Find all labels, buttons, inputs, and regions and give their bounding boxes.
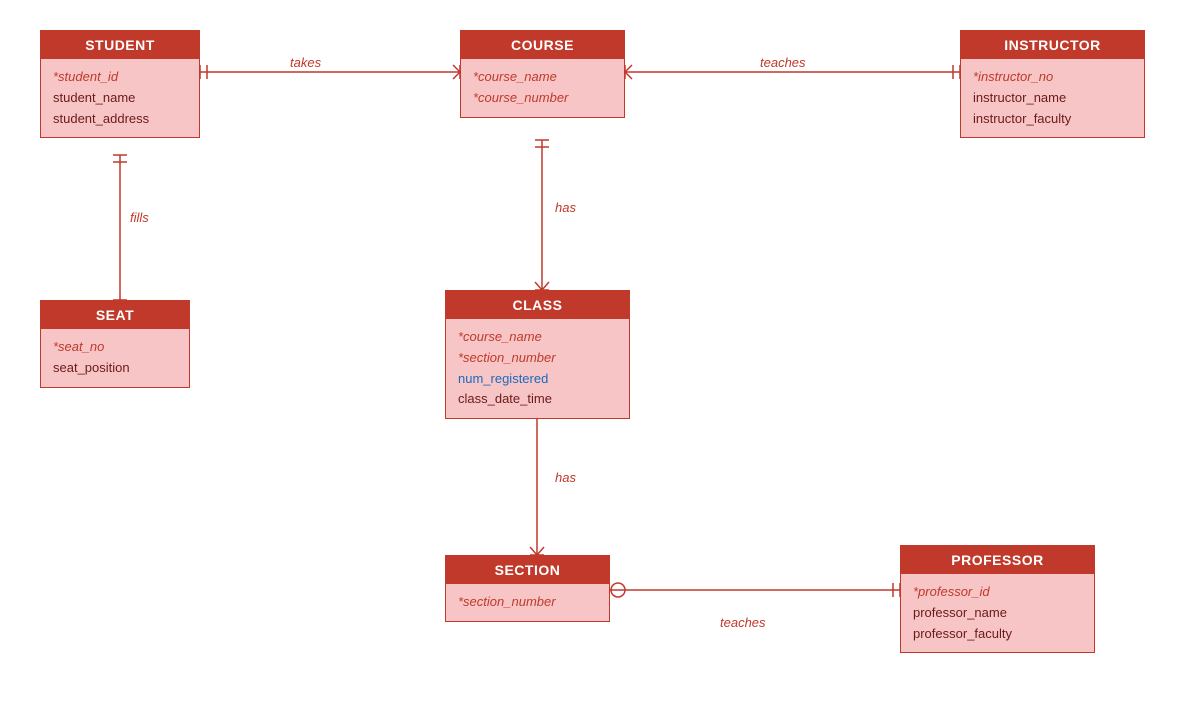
student-header: STUDENT xyxy=(41,31,199,59)
entity-seat: SEAT *seat_no seat_position xyxy=(40,300,190,388)
professor-body: *professor_id professor_name professor_f… xyxy=(901,574,1094,652)
entity-section: SECTION *section_number xyxy=(445,555,610,622)
class-header: CLASS xyxy=(446,291,629,319)
instructor-field-2: instructor_faculty xyxy=(973,109,1132,130)
seat-body: *seat_no seat_position xyxy=(41,329,189,387)
entity-professor: PROFESSOR *professor_id professor_name p… xyxy=(900,545,1095,653)
takes-label: takes xyxy=(290,55,321,70)
class-field-3: class_date_time xyxy=(458,389,617,410)
seat-field-1: seat_position xyxy=(53,358,177,379)
seat-header: SEAT xyxy=(41,301,189,329)
instructor-field-0: *instructor_no xyxy=(973,67,1132,88)
course-body: *course_name *course_number xyxy=(461,59,624,117)
section-body: *section_number xyxy=(446,584,609,621)
class-body: *course_name *section_number num_registe… xyxy=(446,319,629,418)
fills-label: fills xyxy=(130,210,149,225)
has-class-section-label: has xyxy=(555,470,576,485)
professor-field-2: professor_faculty xyxy=(913,624,1082,645)
class-field-1: *section_number xyxy=(458,348,617,369)
student-field-2: student_address xyxy=(53,109,187,130)
seat-field-0: *seat_no xyxy=(53,337,177,358)
has-course-class-label: has xyxy=(555,200,576,215)
entity-instructor: INSTRUCTOR *instructor_no instructor_nam… xyxy=(960,30,1145,138)
section-field-0: *section_number xyxy=(458,592,597,613)
course-header: COURSE xyxy=(461,31,624,59)
student-field-0: *student_id xyxy=(53,67,187,88)
section-header: SECTION xyxy=(446,556,609,584)
teaches-instructor-label: teaches xyxy=(760,55,806,70)
professor-field-1: professor_name xyxy=(913,603,1082,624)
professor-header: PROFESSOR xyxy=(901,546,1094,574)
course-field-1: *course_number xyxy=(473,88,612,109)
student-body: *student_id student_name student_address xyxy=(41,59,199,137)
diagram-container: takes teaches fills has has teaches STUD… xyxy=(0,0,1201,724)
class-field-0: *course_name xyxy=(458,327,617,348)
class-field-2: num_registered xyxy=(458,369,617,390)
entity-student: STUDENT *student_id student_name student… xyxy=(40,30,200,138)
professor-field-0: *professor_id xyxy=(913,582,1082,603)
teaches-section-label: teaches xyxy=(720,615,766,630)
entity-class: CLASS *course_name *section_number num_r… xyxy=(445,290,630,419)
student-field-1: student_name xyxy=(53,88,187,109)
instructor-body: *instructor_no instructor_name instructo… xyxy=(961,59,1144,137)
course-field-0: *course_name xyxy=(473,67,612,88)
entity-course: COURSE *course_name *course_number xyxy=(460,30,625,118)
instructor-header: INSTRUCTOR xyxy=(961,31,1144,59)
instructor-field-1: instructor_name xyxy=(973,88,1132,109)
